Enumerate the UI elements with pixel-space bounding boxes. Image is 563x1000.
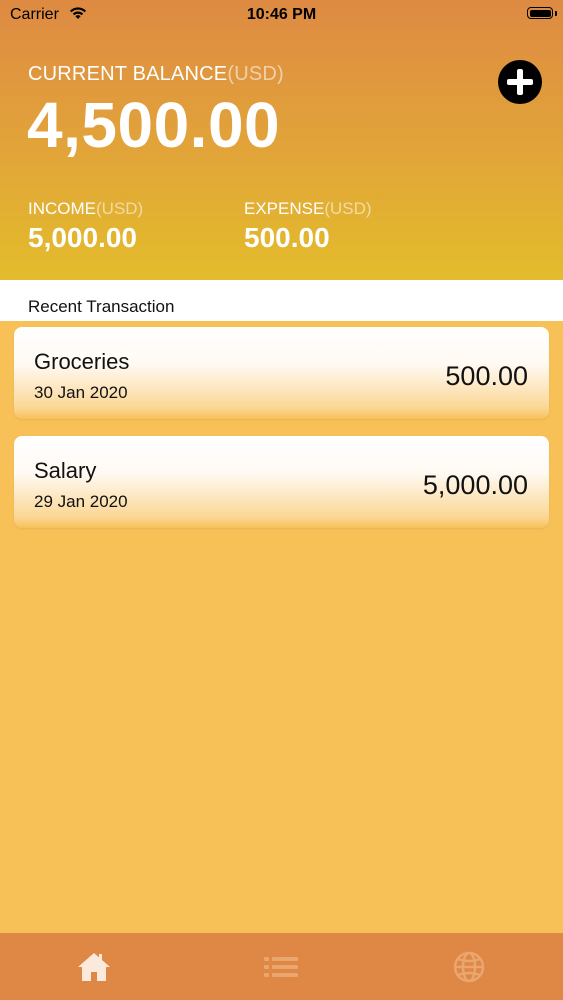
transaction-amount: 5,000.00 <box>422 470 528 500</box>
recent-transaction-header: Recent Transaction <box>0 280 563 321</box>
currency-unit: (USD) <box>227 63 284 85</box>
home-icon <box>78 953 110 981</box>
globe-icon <box>453 951 485 983</box>
transaction-date: 30 Jan 2020 <box>34 383 128 402</box>
list-icon <box>264 957 298 977</box>
expense-value: 500.00 <box>244 222 330 253</box>
status-bar: Carrier 10:46 PM <box>0 0 563 30</box>
status-time: 10:46 PM <box>246 6 317 23</box>
transaction-card[interactable]: Groceries 30 Jan 2020 500.00 <box>14 327 549 419</box>
current-balance-label: CURRENT BALANCE(USD) <box>28 63 284 85</box>
tab-settings[interactable] <box>451 949 487 985</box>
current-balance-value: 4,500.00 <box>27 89 281 161</box>
battery-icon <box>527 7 553 19</box>
income-value: 5,000.00 <box>28 222 137 253</box>
tab-bar <box>0 933 563 1000</box>
tab-home[interactable] <box>76 949 112 985</box>
tab-transactions[interactable] <box>263 949 299 985</box>
expense-label: EXPENSE(USD) <box>244 199 372 218</box>
income-currency: (USD) <box>96 199 144 218</box>
transaction-title: Salary <box>34 458 97 483</box>
transaction-list: Groceries 30 Jan 2020 500.00 Salary 29 J… <box>0 321 563 933</box>
expense-currency: (USD) <box>324 199 372 218</box>
balance-header: Carrier 10:46 PM CURRENT BALANCE(USD) 4,… <box>0 0 563 280</box>
transaction-amount: 500.00 <box>445 361 528 391</box>
add-transaction-button[interactable] <box>498 60 542 104</box>
transaction-card[interactable]: Salary 29 Jan 2020 5,000.00 <box>14 436 549 528</box>
income-label: INCOME(USD) <box>28 199 144 218</box>
section-title: Recent Transaction <box>28 297 175 316</box>
transaction-title: Groceries <box>34 349 130 374</box>
transaction-date: 29 Jan 2020 <box>34 492 128 511</box>
